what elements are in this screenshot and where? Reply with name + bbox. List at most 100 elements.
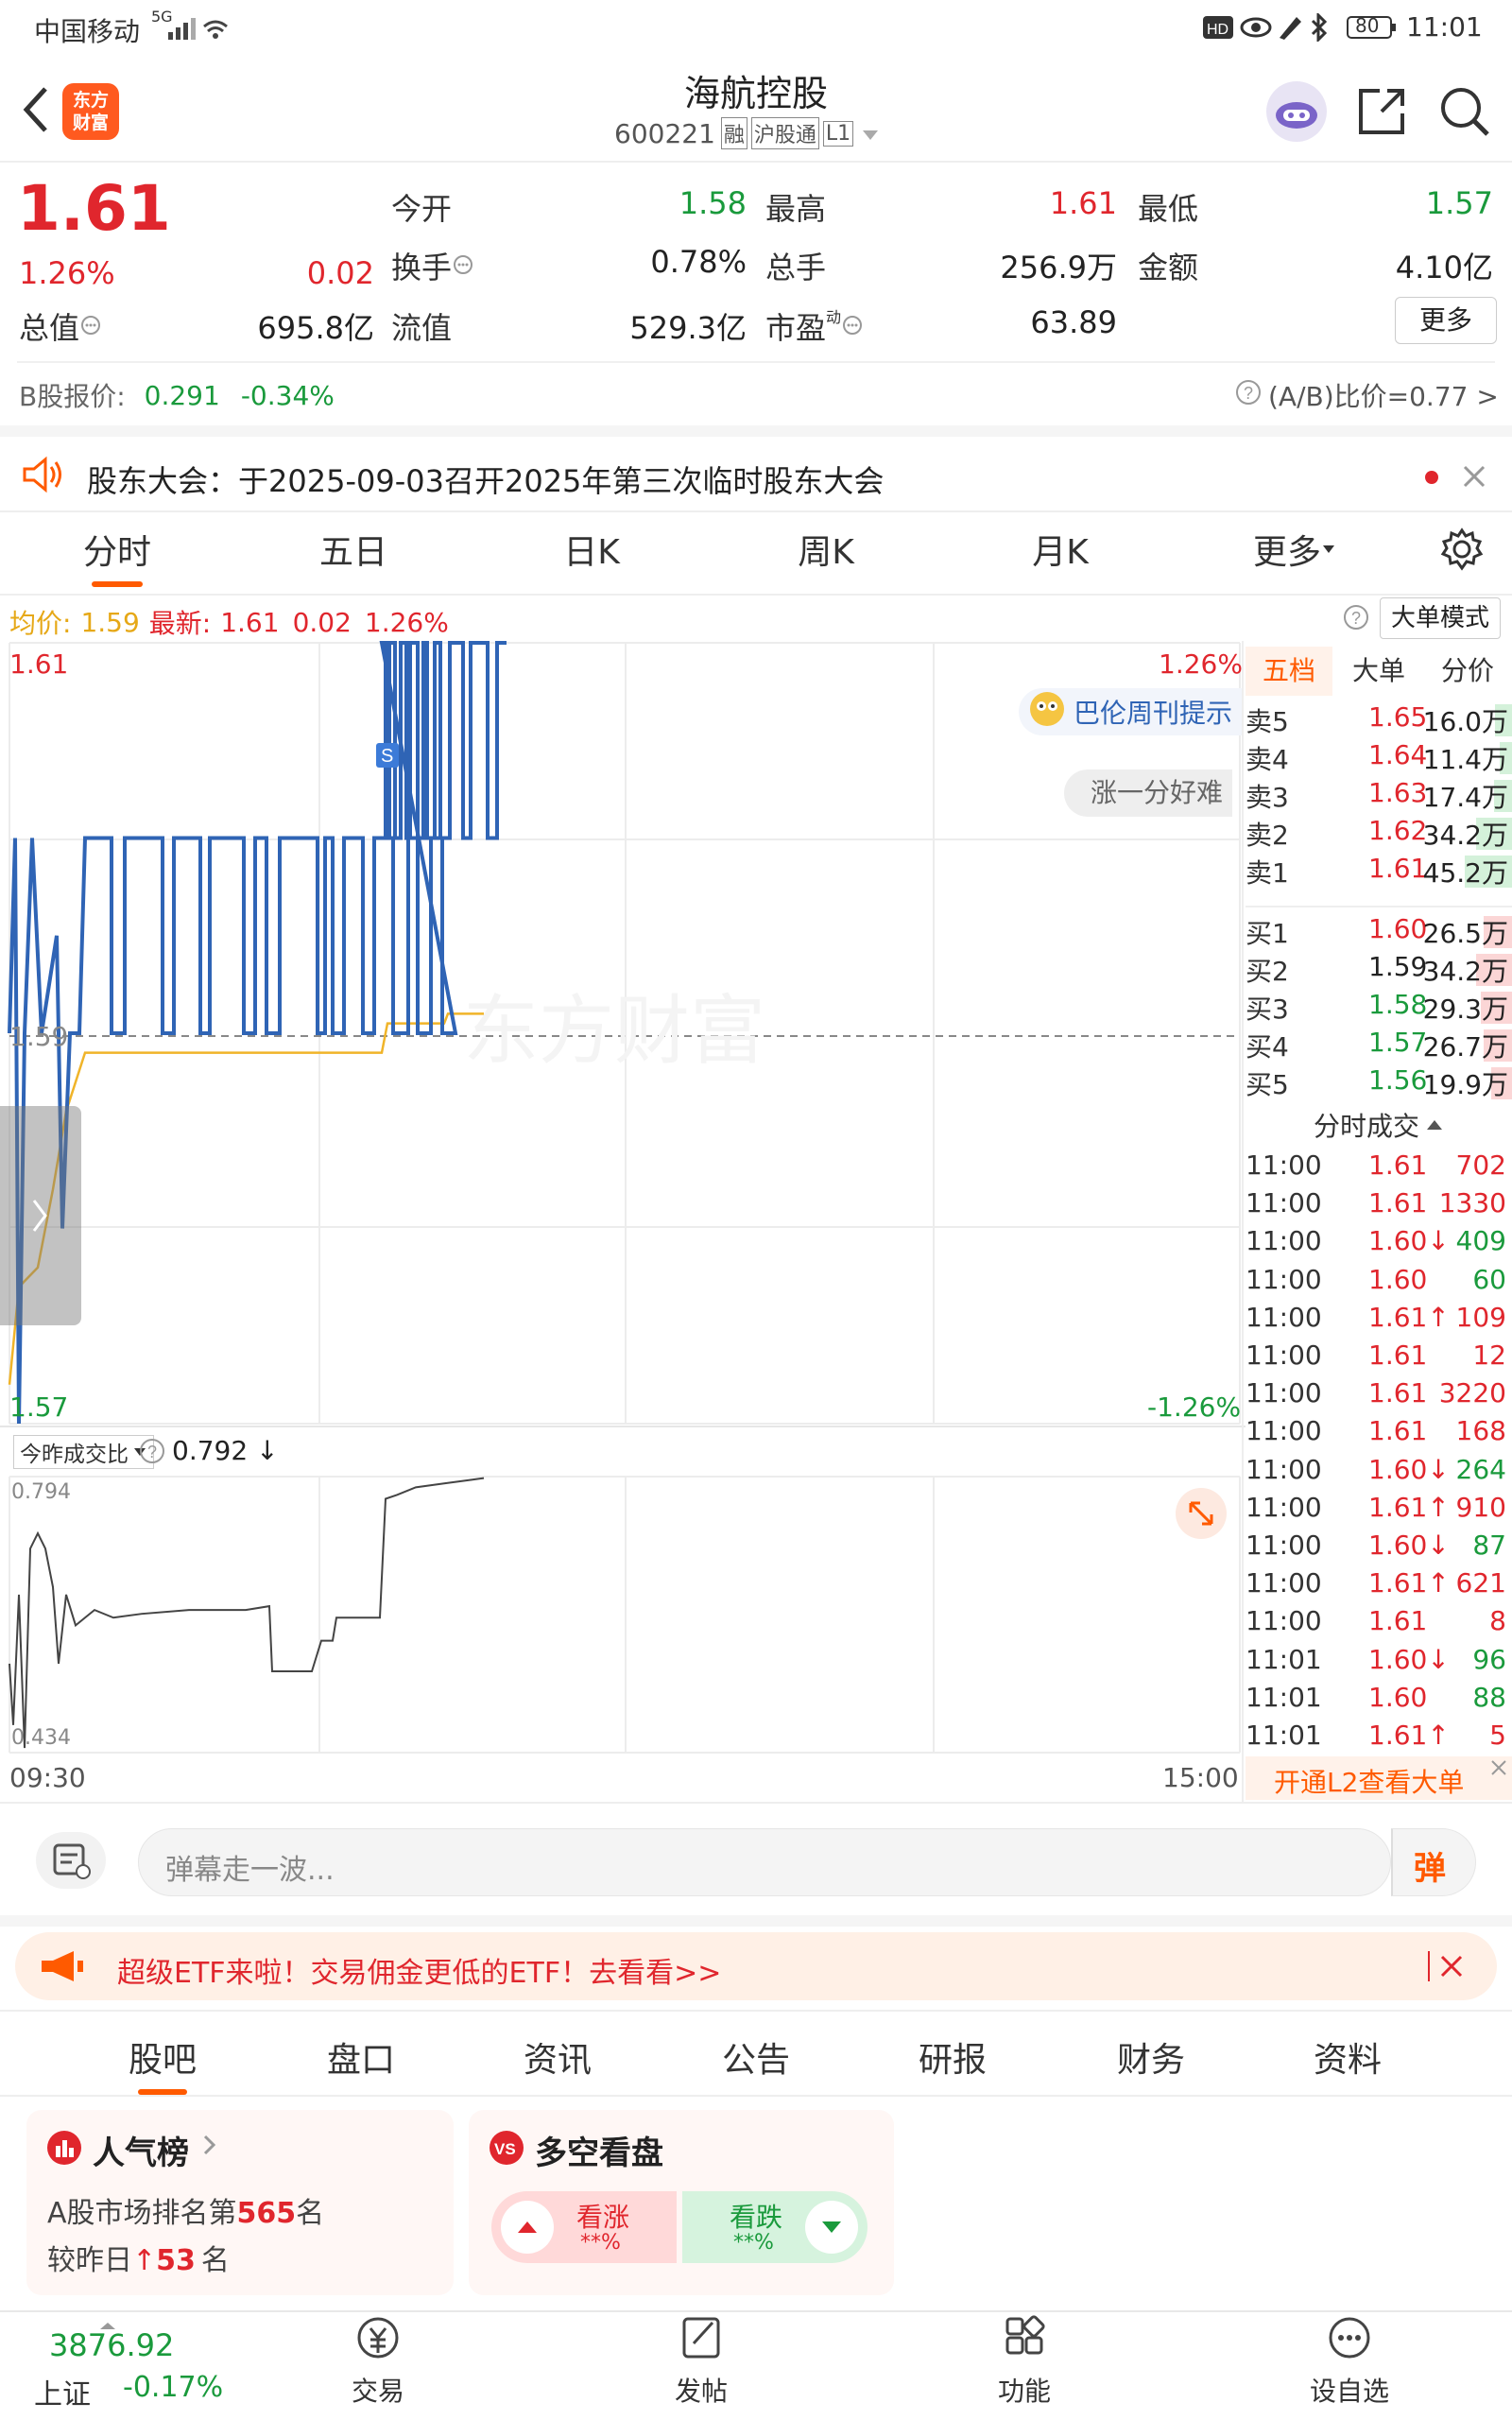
bid-price: 1.58 bbox=[1368, 989, 1428, 1020]
index-ticker[interactable]: 3876.92 上证 -0.17% bbox=[0, 2312, 227, 2420]
tab-price-distribution[interactable]: 分价 bbox=[1425, 647, 1510, 696]
more-button[interactable]: 更多 bbox=[1395, 297, 1497, 344]
tick-volume: 87 bbox=[1472, 1530, 1506, 1561]
bull-button[interactable]: 看涨 **% bbox=[491, 2191, 677, 2263]
latest-pct: 1.26% bbox=[364, 606, 449, 638]
tab-research[interactable]: 研报 bbox=[886, 2032, 1019, 2082]
bid-row[interactable]: 买2 1.59 34.2万 bbox=[1246, 951, 1512, 989]
tick-time: 11:00 bbox=[1246, 1377, 1322, 1409]
tab-forum[interactable]: 股吧 bbox=[96, 2032, 229, 2095]
nav-trade[interactable]: 交易 bbox=[302, 2311, 454, 2409]
total-value-label-wrap: 总值 bbox=[19, 304, 102, 348]
app-logo[interactable]: 东方 财富 bbox=[62, 83, 119, 140]
tab-profile[interactable]: 资料 bbox=[1281, 2032, 1414, 2082]
tick-volume: 109 bbox=[1455, 1301, 1506, 1333]
info-icon[interactable] bbox=[79, 308, 102, 344]
ab-ratio[interactable]: ? (A/B)比价=0.77 > bbox=[1234, 376, 1499, 414]
help-icon[interactable]: ? bbox=[138, 1437, 166, 1469]
low-value: 1.57 bbox=[1425, 185, 1493, 221]
big-order-mode-button[interactable]: 大单模式 bbox=[1380, 597, 1501, 639]
divider bbox=[0, 2010, 1512, 2012]
info-icon[interactable] bbox=[841, 308, 864, 344]
tab-handicap[interactable]: 盘口 bbox=[295, 2032, 427, 2082]
danmaku-placeholder: 弹幕走一波... bbox=[165, 1854, 335, 1887]
tab-announcements[interactable]: 公告 bbox=[690, 2032, 822, 2082]
intraday-chart[interactable]: 东方财富 S bbox=[0, 641, 1246, 1426]
tick-price: 1.61↑ bbox=[1368, 1567, 1450, 1599]
high-value: 1.61 bbox=[1049, 185, 1117, 221]
bid-row[interactable]: 买4 1.57 26.7万 bbox=[1246, 1027, 1512, 1064]
tick-time: 11:00 bbox=[1246, 1150, 1322, 1181]
tick-price: 1.61 bbox=[1368, 1150, 1428, 1181]
tab-weekly-k[interactable]: 周K bbox=[750, 525, 902, 574]
side-panel-handle[interactable] bbox=[0, 1106, 81, 1325]
bid-row[interactable]: 买5 1.56 19.9万 bbox=[1246, 1064, 1512, 1102]
yuan-icon bbox=[302, 2311, 454, 2371]
popularity-card[interactable]: 人气榜 A股市场排名第565名 较昨日↑53 名 bbox=[26, 2110, 454, 2295]
expand-icon[interactable] bbox=[1176, 1488, 1227, 1539]
close-icon[interactable] bbox=[1459, 461, 1489, 495]
tab-news[interactable]: 资讯 bbox=[491, 2032, 624, 2082]
volume-ratio-line bbox=[9, 1477, 485, 1749]
share-icon[interactable] bbox=[1353, 83, 1410, 144]
bear-button[interactable]: 看跌 **% bbox=[682, 2191, 868, 2263]
promo-tag[interactable]: 巴伦周刊提示 bbox=[1019, 688, 1243, 735]
settings-icon[interactable] bbox=[1440, 527, 1484, 575]
volume-bottom-label: 0.434 bbox=[11, 1726, 71, 1750]
danmaku-toggle[interactable] bbox=[36, 1832, 106, 1889]
arrow-up-icon: ↑ bbox=[132, 2244, 157, 2277]
nav-add-watchlist[interactable]: 设自选 bbox=[1274, 2311, 1425, 2409]
nav-functions[interactable]: 功能 bbox=[949, 2311, 1100, 2409]
tab-big-orders[interactable]: 大单 bbox=[1336, 647, 1421, 696]
nav-post[interactable]: 发帖 bbox=[626, 2311, 777, 2409]
turnover-label: 换手 bbox=[391, 250, 453, 285]
index-name: 上证 bbox=[34, 2378, 91, 2411]
assistant-avatar[interactable] bbox=[1266, 81, 1327, 142]
ranking-icon bbox=[45, 2129, 83, 2170]
danmaku-send-button[interactable]: 弹 bbox=[1391, 1828, 1476, 1896]
close-icon[interactable] bbox=[1487, 1756, 1510, 1783]
close-icon[interactable] bbox=[1427, 1945, 1469, 1991]
bid-row[interactable]: 买3 1.58 29.3万 bbox=[1246, 989, 1512, 1027]
tick-price: 1.60↓ bbox=[1368, 1453, 1450, 1485]
nav-trade-label: 交易 bbox=[351, 2376, 404, 2407]
notice-bar[interactable]: 股东大会：于2025-09-03召开2025年第三次临时股东大会 bbox=[0, 425, 1512, 510]
tab-finance[interactable]: 财务 bbox=[1085, 2032, 1217, 2082]
tick-row: 11:00 1.61 12 bbox=[1246, 1340, 1512, 1377]
dropdown-icon[interactable] bbox=[861, 118, 880, 149]
bid-row[interactable]: 买1 1.60 26.5万 bbox=[1246, 913, 1512, 951]
ask-row[interactable]: 卖4 1.64 11.4万 bbox=[1246, 739, 1512, 777]
comment-bubble[interactable]: 涨一分好难 bbox=[1064, 769, 1233, 817]
latest-label: 最新: bbox=[148, 608, 212, 639]
amount-value: 4.10亿 bbox=[1395, 250, 1493, 285]
volume-label: 总手 bbox=[765, 250, 827, 285]
tab-intraday[interactable]: 分时 bbox=[42, 525, 193, 587]
ask-row[interactable]: 卖3 1.63 17.4万 bbox=[1246, 777, 1512, 815]
help-icon[interactable]: ? bbox=[1342, 603, 1370, 635]
ticks-header[interactable]: 分时成交 bbox=[1246, 1106, 1512, 1144]
ask-row[interactable]: 卖5 1.65 16.0万 bbox=[1246, 701, 1512, 739]
tick-time: 11:01 bbox=[1246, 1681, 1322, 1713]
tab-monthly-k[interactable]: 月K bbox=[985, 525, 1136, 574]
etf-banner[interactable]: 超级ETF来啦！交易佣金更低的ETF！去看看>> bbox=[15, 1932, 1497, 2000]
tick-volume: 168 bbox=[1455, 1415, 1506, 1447]
ask-row[interactable]: 卖1 1.61 45.2万 bbox=[1246, 853, 1512, 890]
danmaku-input[interactable]: 弹幕走一波... bbox=[138, 1828, 1391, 1896]
tick-volume: 60 bbox=[1472, 1263, 1506, 1295]
search-icon[interactable] bbox=[1436, 83, 1493, 144]
back-icon[interactable] bbox=[17, 83, 55, 140]
info-icon[interactable] bbox=[452, 248, 474, 284]
bull-bear-title: 多空看盘 bbox=[535, 2135, 663, 2172]
open-value: 1.58 bbox=[679, 185, 747, 221]
clock: 11:01 bbox=[1406, 11, 1483, 43]
volume-ratio-selector[interactable]: 今昨成交比 bbox=[13, 1435, 154, 1469]
ask-row[interactable]: 卖2 1.62 34.2万 bbox=[1246, 815, 1512, 853]
tab-forum-label: 股吧 bbox=[128, 2041, 197, 2080]
ask-price: 1.64 bbox=[1368, 739, 1428, 770]
tab-5day[interactable]: 五日 bbox=[278, 525, 429, 574]
tab-five-levels[interactable]: 五档 bbox=[1246, 647, 1332, 696]
l2-upgrade-bar[interactable]: 开通L2查看大单 bbox=[1246, 1756, 1512, 1800]
tab-more[interactable]: 更多 bbox=[1228, 525, 1361, 574]
ab-ratio-text: (A/B)比价=0.77 > bbox=[1268, 381, 1499, 412]
tab-daily-k[interactable]: 日K bbox=[516, 525, 667, 574]
